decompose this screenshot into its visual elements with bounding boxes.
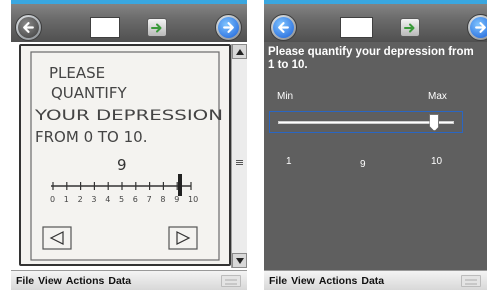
menu-file[interactable]: File: [16, 275, 34, 287]
sketch-text-line: QUANTIFY: [51, 84, 127, 102]
slider-track: [278, 121, 454, 124]
keyboard-icon[interactable]: [221, 275, 241, 287]
back-arrow-icon: [18, 17, 39, 38]
sketch-tick-label: 3: [91, 195, 96, 204]
slider-thumb[interactable]: [429, 114, 440, 131]
min-label: Min: [277, 91, 294, 102]
scroll-up-icon[interactable]: [232, 44, 247, 59]
sketch-value: 9: [117, 156, 127, 174]
sketch-drawing: PLEASE QUANTIFY YOUR DEPRESSION FROM 0 T…: [30, 51, 223, 261]
title-box: [340, 17, 373, 38]
max-value: 10: [431, 156, 443, 167]
go-button[interactable]: [147, 18, 167, 37]
scroll-thumb-grip[interactable]: [236, 160, 243, 165]
keyboard-icon[interactable]: [461, 275, 481, 287]
question-text: Please quantify your depression from 1 t…: [268, 46, 474, 71]
top-toolbar: [11, 0, 247, 42]
sketch-tick-label: 1: [64, 195, 69, 204]
forward-arrow-icon: [470, 17, 487, 38]
menu-view[interactable]: View: [291, 275, 315, 287]
sketch-tick-label: 5: [119, 195, 124, 204]
menu-file[interactable]: File: [269, 275, 287, 287]
go-button[interactable]: [400, 18, 420, 37]
sketch-text-line: YOUR DEPRESSION: [34, 108, 223, 124]
green-arrow-icon: [151, 23, 162, 32]
menu-actions[interactable]: Actions: [66, 275, 105, 287]
menu-data[interactable]: Data: [361, 275, 384, 287]
min-value: 1: [286, 156, 292, 167]
back-button[interactable]: [15, 14, 42, 41]
paper-prototype-screen: PLEASE QUANTIFY YOUR DEPRESSION FROM 0 T…: [11, 0, 247, 290]
sketch-tick-label: 6: [133, 195, 138, 204]
back-arrow-icon: [273, 17, 294, 38]
title-box: [90, 17, 120, 38]
back-button[interactable]: [270, 14, 297, 41]
implemented-screen: Please quantify your depression from 1 t…: [264, 0, 487, 290]
sketch-tick-label: 9: [174, 195, 179, 204]
paper-sketch: PLEASE QUANTIFY YOUR DEPRESSION FROM 0 T…: [19, 44, 231, 266]
sketch-tick-label: 7: [147, 195, 152, 204]
sketch-tick-label: 10: [188, 195, 198, 204]
current-value: 9: [360, 159, 366, 170]
sketch-tick-label: 0: [50, 195, 55, 204]
sketch-text-line: FROM 0 TO 10.: [35, 128, 147, 146]
menu-bar: File View Actions Data: [264, 270, 487, 290]
depression-slider[interactable]: [269, 111, 463, 133]
top-toolbar: [264, 0, 487, 42]
vertical-scrollbar[interactable]: [231, 44, 247, 268]
menu-view[interactable]: View: [38, 275, 62, 287]
forward-button[interactable]: [467, 14, 487, 41]
green-arrow-icon: [404, 23, 415, 32]
menu-bar: File View Actions Data: [11, 270, 247, 290]
forward-button[interactable]: [215, 14, 242, 41]
sketch-tick-label: 8: [160, 195, 165, 204]
sketch-tick-label: 4: [105, 195, 110, 204]
scroll-down-icon[interactable]: [232, 253, 247, 268]
forward-arrow-icon: [218, 17, 239, 38]
menu-data[interactable]: Data: [108, 275, 131, 287]
sketch-text-line: PLEASE: [49, 64, 105, 82]
status-strip: [11, 0, 247, 4]
sketch-tick-label: 2: [78, 195, 83, 204]
max-label: Max: [428, 91, 447, 102]
status-strip: [264, 0, 487, 4]
menu-actions[interactable]: Actions: [319, 275, 358, 287]
